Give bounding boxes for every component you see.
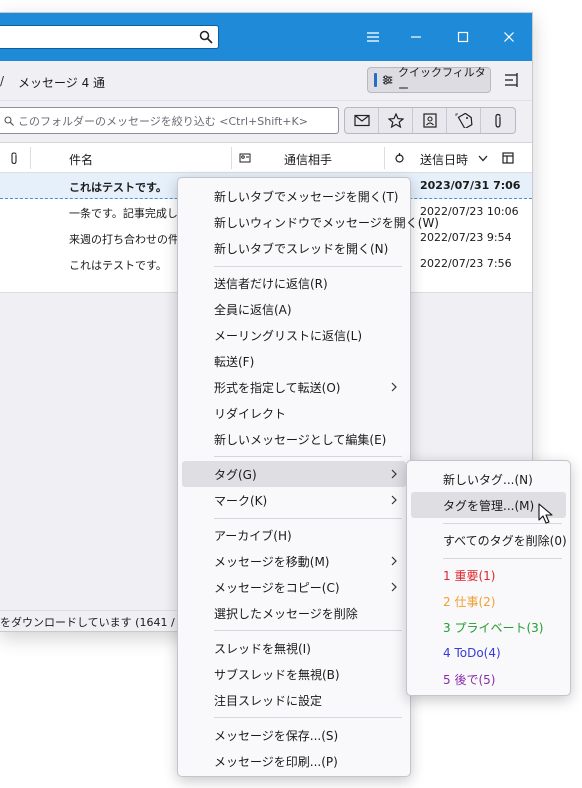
tag-filter-button[interactable] — [447, 108, 481, 133]
quick-filter-label: クイックフィルター — [397, 66, 486, 95]
message-count-label: メッセージ 4 通 — [18, 76, 106, 90]
envelope-icon — [353, 114, 370, 127]
filter-icon — [382, 75, 393, 85]
chevron-right-icon — [391, 495, 397, 505]
message-date: 2022/07/23 9:54 — [420, 231, 512, 244]
message-filter-input[interactable]: このフォルダーのメッセージを絞り込む <Ctrl+Shift+K> — [0, 107, 339, 134]
menu-item-tag-important[interactable]: 1 重要(1) — [411, 562, 566, 588]
correspondent-column-icon — [239, 153, 251, 163]
star-icon — [387, 113, 404, 128]
hamburger-icon — [367, 32, 379, 42]
menu-item-reply-all[interactable]: 全員に返信(A) — [182, 296, 406, 322]
date-column-header[interactable]: 送信日時 — [420, 151, 468, 168]
unread-filter-button[interactable] — [345, 108, 379, 133]
menu-item-forward[interactable]: 転送(F) — [182, 348, 406, 374]
menu-item-copy[interactable]: メッセージをコピー(C) — [182, 574, 406, 600]
close-icon — [504, 32, 514, 42]
search-icon — [4, 115, 14, 126]
menu-item-move[interactable]: メッセージを移動(M) — [182, 548, 406, 574]
paperclip-icon — [495, 113, 501, 128]
menu-item-mark[interactable]: マーク(K) — [182, 487, 406, 513]
chevron-right-icon — [391, 469, 397, 479]
tag-submenu: 新しいタグ...(N) タグを管理...(M) すべてのタグを削除(0) 1 重… — [406, 460, 571, 696]
list-display-options-icon[interactable] — [503, 72, 519, 88]
menu-item-reply-sender[interactable]: 送信者だけに返信(R) — [182, 270, 406, 296]
message-list-toolbar: / メッセージ 4 通 クイックフィルター — [0, 61, 532, 101]
attachment-filter-button[interactable] — [481, 108, 515, 133]
search-icon[interactable] — [199, 30, 213, 44]
quick-filter-active-indicator — [374, 73, 377, 87]
menu-item-tag[interactable]: タグ(G) — [182, 461, 406, 487]
message-subject: 一条です。記事完成し — [69, 207, 178, 220]
tag-icon — [455, 113, 472, 128]
message-subject: これはテストです。 — [69, 181, 167, 194]
menu-item-tag-personal[interactable]: 3 プライベート(3) — [411, 614, 566, 640]
message-context-menu: 新しいタブでメッセージを開く(T) 新しいウィンドウでメッセージを開く(W) 新… — [177, 177, 439, 777]
message-subject: これはテストです。 — [69, 259, 167, 272]
menu-item-open-in-new-window[interactable]: 新しいウィンドウでメッセージを開く(W) — [182, 209, 439, 235]
menu-item-watch-thread[interactable]: 注目スレッドに設定 — [182, 687, 406, 713]
menu-item-redirect[interactable]: リダイレクト — [182, 400, 406, 426]
close-button[interactable] — [497, 25, 521, 49]
menu-item-delete[interactable]: 選択したメッセージを削除 — [182, 600, 406, 626]
menu-item-save-message[interactable]: メッセージを保存...(S) — [182, 722, 406, 748]
menu-item-tag-todo[interactable]: 4 ToDo(4) — [411, 640, 566, 666]
chevron-down-icon[interactable] — [478, 155, 488, 162]
app-menu-button[interactable] — [361, 25, 385, 49]
quick-filter-button[interactable]: クイックフィルター — [367, 66, 491, 95]
menu-item-forward-as[interactable]: 形式を指定して転送(O) — [182, 374, 406, 400]
menu-item-ignore-subthread[interactable]: サブスレッドを無視(B) — [182, 661, 406, 687]
contact-filter-button[interactable] — [413, 108, 447, 133]
menu-item-new-tag[interactable]: 新しいタグ...(N) — [411, 466, 566, 492]
message-list-header: 件名 通信相手 送信日時 — [0, 143, 532, 173]
title-bar — [0, 13, 532, 61]
column-picker-icon[interactable] — [502, 152, 514, 164]
menu-item-tag-later[interactable]: 5 後で(5) — [411, 666, 566, 692]
folder-pane-toggle-icon[interactable]: / — [0, 74, 6, 88]
starred-filter-button[interactable] — [379, 108, 413, 133]
menu-item-ignore-thread[interactable]: スレッドを無視(I) — [182, 635, 406, 661]
correspondent-column-header[interactable]: 通信相手 — [284, 151, 332, 168]
read-status-column-icon — [395, 153, 404, 163]
message-date: 2022/07/23 7:56 — [420, 257, 512, 270]
minimize-button[interactable] — [404, 25, 428, 49]
menu-item-edit-as-new[interactable]: 新しいメッセージとして編集(E) — [182, 426, 406, 452]
attachment-column-icon[interactable] — [9, 152, 19, 165]
subject-column-header[interactable]: 件名 — [69, 151, 93, 168]
maximize-icon — [457, 31, 469, 43]
menu-item-tag-work[interactable]: 2 仕事(2) — [411, 588, 566, 614]
message-date: 2023/07/31 7:06 — [420, 179, 521, 192]
maximize-button[interactable] — [451, 25, 475, 49]
status-text: をダウンロードしています (1641 / 2262 — [0, 615, 207, 629]
filter-toggle-group — [344, 107, 516, 134]
global-search-input[interactable] — [4, 26, 194, 46]
mouse-pointer-icon — [538, 503, 553, 524]
global-search-box[interactable] — [0, 25, 219, 49]
quick-filter-bar: このフォルダーのメッセージを絞り込む <Ctrl+Shift+K> — [0, 101, 532, 143]
menu-item-remove-all-tags[interactable]: すべてのタグを削除(0) — [411, 527, 567, 553]
chevron-right-icon — [391, 382, 397, 392]
menu-item-print-message[interactable]: メッセージを印刷...(P) — [182, 748, 406, 774]
chevron-right-icon — [391, 556, 397, 566]
menu-item-open-in-new-tab[interactable]: 新しいタブでメッセージを開く(T) — [182, 183, 406, 209]
message-subject: 来週の打ち合わせの件 — [69, 233, 179, 246]
menu-item-reply-list[interactable]: メーリングリストに返信(L) — [182, 322, 406, 348]
menu-item-open-thread-in-tab[interactable]: 新しいタブでスレッドを開く(N) — [182, 235, 406, 261]
message-filter-placeholder: このフォルダーのメッセージを絞り込む <Ctrl+Shift+K> — [18, 114, 308, 128]
chevron-right-icon — [391, 582, 397, 592]
contact-card-icon — [422, 113, 437, 128]
minimize-icon — [411, 36, 421, 38]
menu-item-archive[interactable]: アーカイブ(H) — [182, 522, 406, 548]
